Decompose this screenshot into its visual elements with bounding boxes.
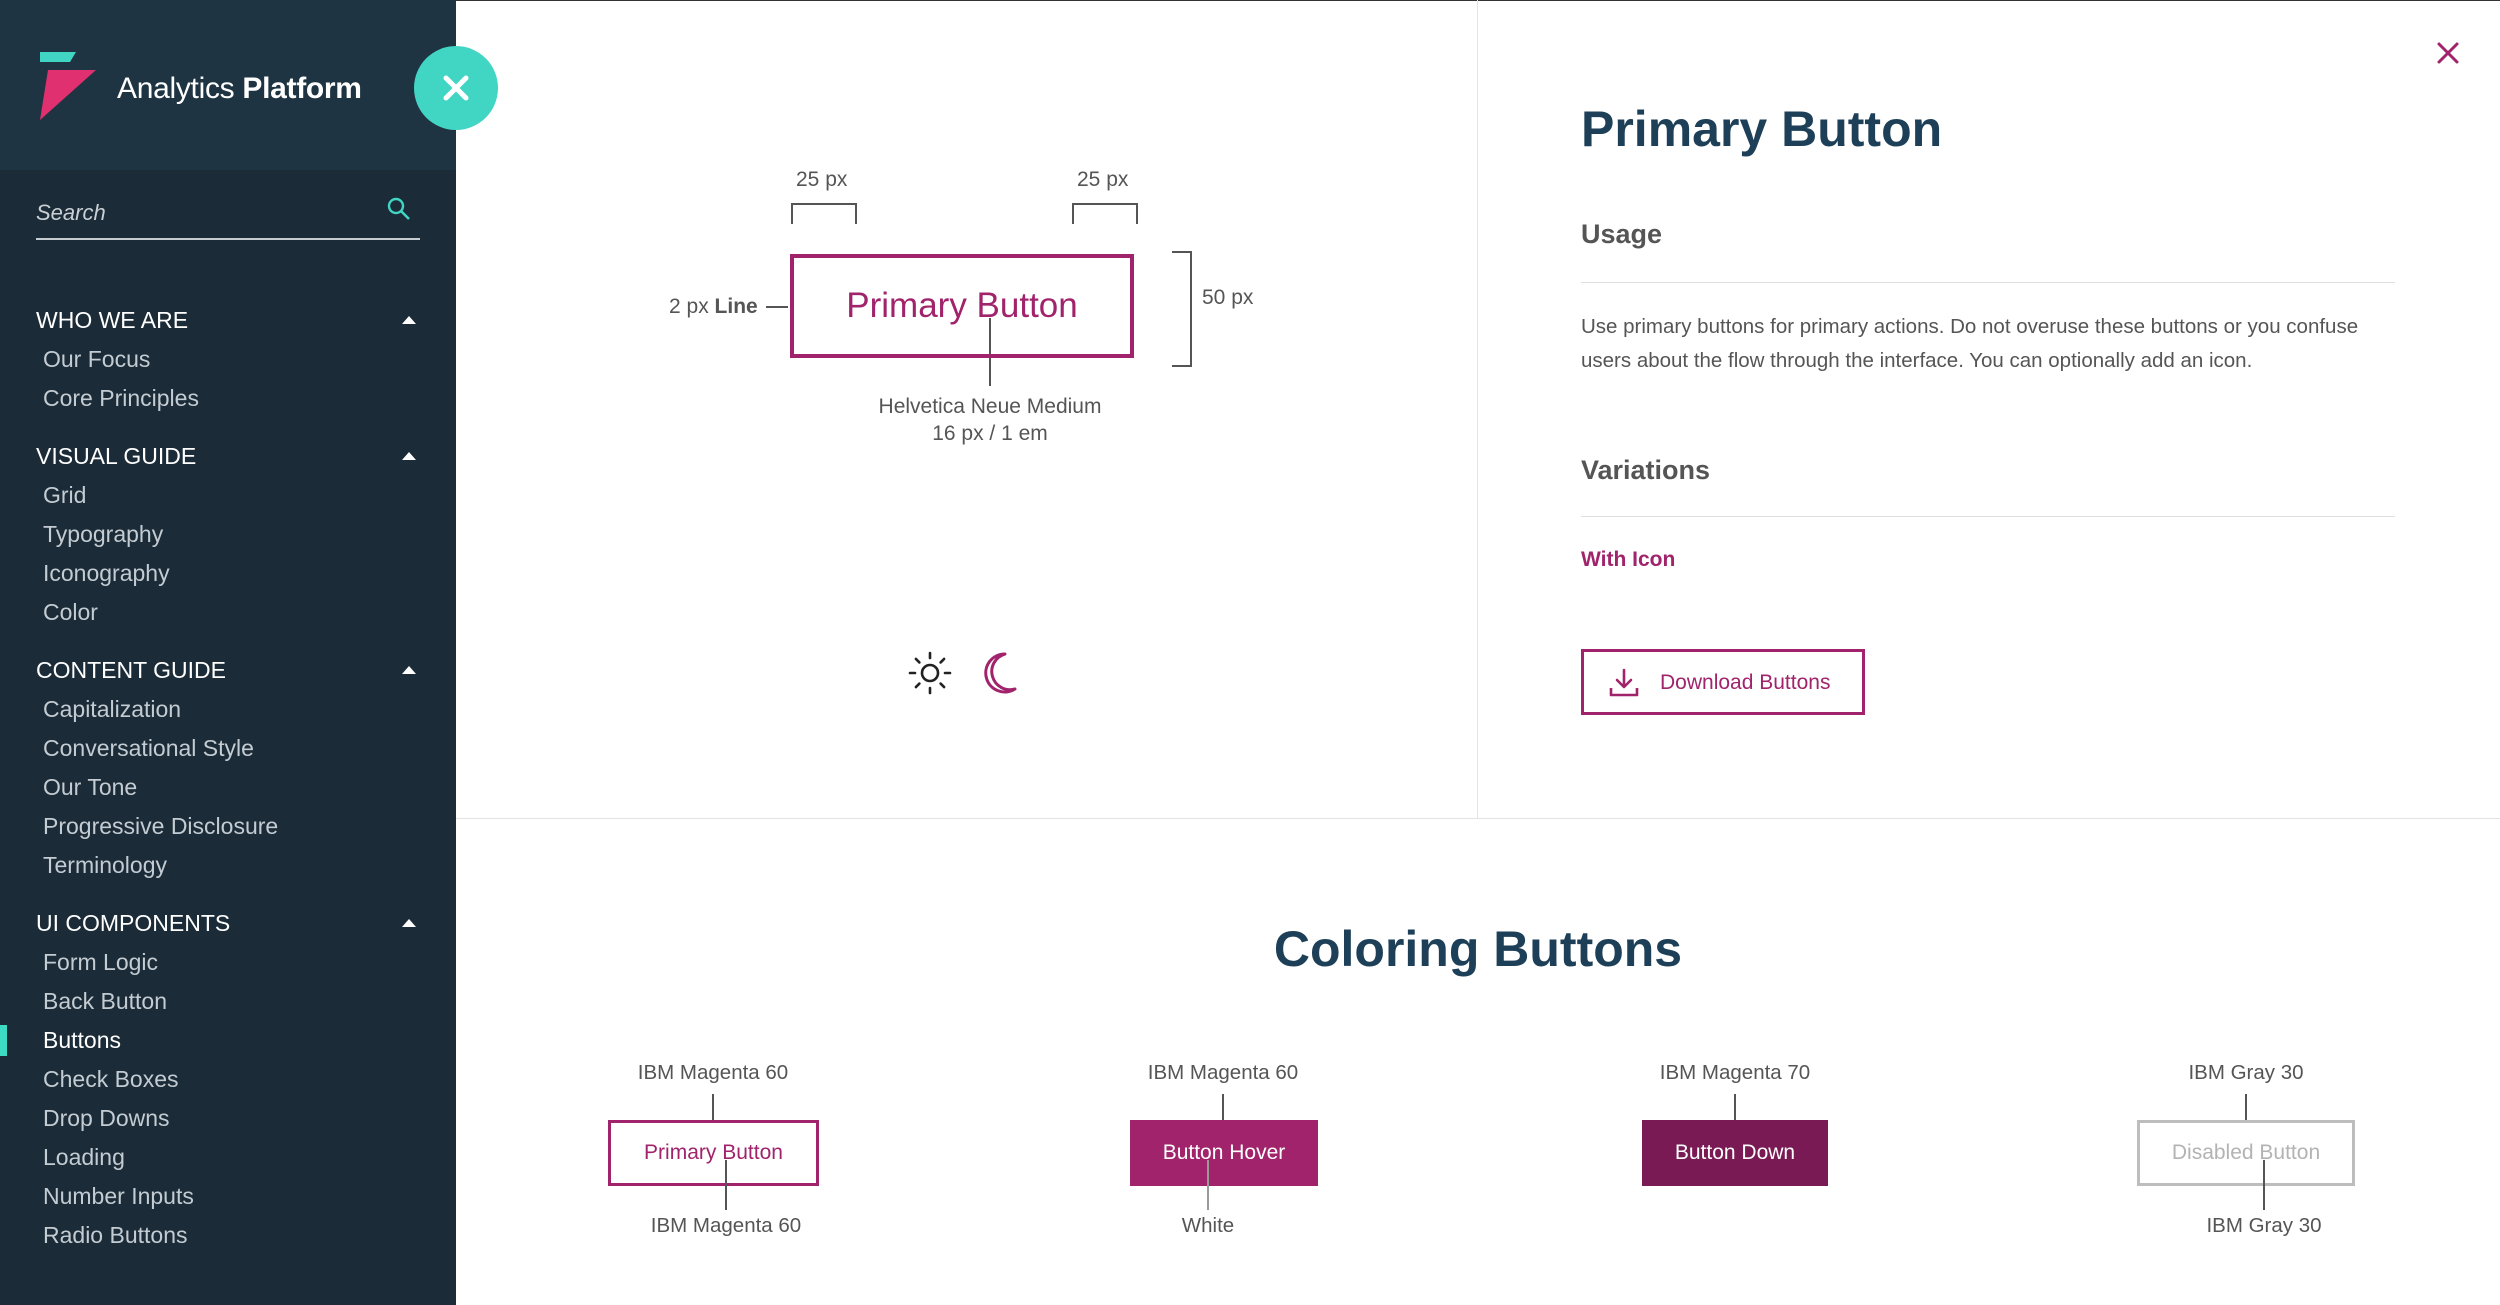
search-input[interactable] [36, 196, 366, 230]
brand-name-light: Analytics [117, 72, 243, 105]
usage-text: Use primary buttons for primary actions.… [1581, 315, 2359, 372]
sidebar-item-terminology[interactable]: Terminology [0, 846, 456, 885]
horizontal-divider [456, 818, 2500, 819]
caret-up-icon [402, 452, 416, 460]
spec-primary-button-sample: Primary Button [790, 254, 1134, 358]
swatch-button-down: Button Down [1642, 1120, 1828, 1186]
swatch-disabled-bottom-tick [2263, 1160, 2265, 1210]
spec-line-prefix: 2 px [669, 295, 715, 318]
swatch-primary-top-tick [712, 1094, 714, 1120]
nav-header-label: CONTENT GUIDE [36, 657, 226, 683]
sidebar-item-typography[interactable]: Typography [0, 515, 456, 554]
sun-icon[interactable] [907, 650, 953, 696]
sidebar-item-drop-downs[interactable]: Drop Downs [0, 1099, 456, 1138]
swatch-button-hover: Button Hover [1130, 1120, 1318, 1186]
sidebar-item-radio-buttons[interactable]: Radio Buttons [0, 1216, 456, 1255]
spec-line-bold: Line [714, 295, 758, 318]
spec-line-label: 2 px Line [669, 295, 758, 319]
nav-header-who-we-are[interactable]: WHO WE ARE [0, 300, 456, 340]
search-icon[interactable] [386, 196, 412, 222]
swatch-primary-button: Primary Button [608, 1120, 819, 1186]
spec-font-size-label: 16 px / 1 em [932, 422, 1048, 445]
sidebar-item-form-logic[interactable]: Form Logic [0, 943, 456, 982]
swatch-disabled-bottom-label: IBM Gray 30 [2206, 1214, 2322, 1237]
variations-divider [1581, 516, 2395, 517]
spec-padding-right-label: 25 px [1077, 168, 1129, 191]
sidebar-nav: WHO WE ARE Our Focus Core Principles VIS… [0, 300, 456, 1273]
vertical-divider [1477, 0, 1478, 818]
sidebar-item-number-inputs[interactable]: Number Inputs [0, 1177, 456, 1216]
nav-header-label: WHO WE ARE [36, 307, 189, 333]
page-title: Primary Button [1581, 101, 1943, 157]
sidebar-item-conversational-style[interactable]: Conversational Style [0, 729, 456, 768]
sidebar-item-capitalization[interactable]: Capitalization [0, 690, 456, 729]
download-buttons-button[interactable]: Download Buttons [1581, 649, 1865, 715]
swatch-hover-top-tick [1222, 1094, 1224, 1120]
swatch-down-top-tick [1734, 1094, 1736, 1120]
coloring-buttons-title: Coloring Buttons [1273, 921, 1683, 977]
sidebar-item-check-boxes[interactable]: Check Boxes [0, 1060, 456, 1099]
sidebar-item-loading[interactable]: Loading [0, 1138, 456, 1177]
nav-section-visual-guide: VISUAL GUIDE Grid Typography Iconography… [0, 436, 456, 632]
sidebar-item-iconography[interactable]: Iconography [0, 554, 456, 593]
nav-header-ui-components[interactable]: UI COMPONENTS [0, 903, 456, 943]
sidebar-item-our-tone[interactable]: Our Tone [0, 768, 456, 807]
search-box [36, 190, 420, 240]
nav-section-who-we-are: WHO WE ARE Our Focus Core Principles [0, 300, 456, 418]
moon-icon[interactable] [981, 651, 1019, 695]
variation-link-with-icon[interactable]: With Icon [1581, 548, 1675, 572]
swatch-hover-top-label: IBM Magenta 60 [1147, 1061, 1299, 1084]
swatch-disabled-top-tick [2245, 1094, 2247, 1120]
nav-section-content-guide: CONTENT GUIDE Capitalization Conversatio… [0, 650, 456, 885]
caret-up-icon [402, 666, 416, 674]
sidebar-item-back-button[interactable]: Back Button [0, 982, 456, 1021]
brand-name[interactable]: Analytics Platform [117, 72, 362, 106]
sidebar-item-our-focus[interactable]: Our Focus [0, 340, 456, 379]
download-buttons-label: Download Buttons [1660, 671, 1831, 694]
brand-name-bold: Platform [242, 72, 362, 105]
spec-padding-left-label: 25 px [796, 168, 848, 191]
swatch-disabled-button: Disabled Button [2137, 1120, 2355, 1186]
swatch-hover-bottom-label: White [1181, 1214, 1235, 1237]
spec-height-label: 50 px [1202, 286, 1254, 309]
swatch-primary-top-label: IBM Magenta 60 [637, 1061, 789, 1084]
close-icon[interactable] [2430, 35, 2466, 71]
sidebar-item-progressive-disclosure[interactable]: Progressive Disclosure [0, 807, 456, 846]
sidebar: Analytics Platform WHO WE ARE Our Focus … [0, 0, 456, 1305]
nav-header-label: UI COMPONENTS [36, 910, 231, 936]
nav-header-content-guide[interactable]: CONTENT GUIDE [0, 650, 456, 690]
caret-up-icon [402, 316, 416, 324]
spec-font-name-label: Helvetica Neue Medium [878, 395, 1102, 418]
sidebar-item-buttons[interactable]: Buttons [0, 1021, 456, 1060]
swatch-hover-bottom-tick [1207, 1160, 1209, 1210]
brand-logo-icon [40, 52, 96, 120]
sidebar-item-color[interactable]: Color [0, 593, 456, 632]
button-spec-diagram: 25 px 25 px 50 px 2 px Line Primary Butt… [456, 0, 1477, 818]
swatch-primary-bottom-label: IBM Magenta 60 [650, 1214, 802, 1237]
swatch-down-top-label: IBM Magenta 70 [1659, 1061, 1811, 1084]
nav-section-ui-components: UI COMPONENTS Form Logic Back Button But… [0, 903, 456, 1255]
nav-header-visual-guide[interactable]: VISUAL GUIDE [0, 436, 456, 476]
usage-divider [1581, 282, 2395, 283]
swatch-disabled-top-label: IBM Gray 30 [2188, 1061, 2304, 1084]
usage-heading: Usage [1581, 219, 1663, 249]
sidebar-item-core-principles[interactable]: Core Principles [0, 379, 456, 418]
nav-header-label: VISUAL GUIDE [36, 443, 197, 469]
caret-up-icon [402, 919, 416, 927]
swatch-primary-bottom-tick [725, 1160, 727, 1210]
variations-heading: Variations [1581, 455, 1711, 485]
brand-bar: Analytics Platform [0, 0, 456, 170]
sidebar-item-grid[interactable]: Grid [0, 476, 456, 515]
download-icon [1609, 668, 1639, 697]
